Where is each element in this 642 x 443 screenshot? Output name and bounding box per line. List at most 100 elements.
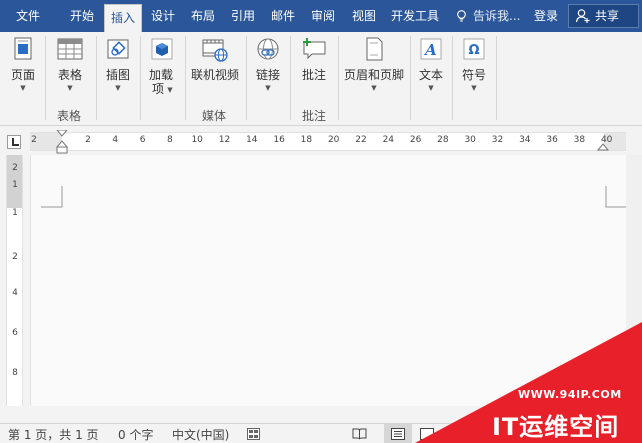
header-footer-button[interactable]: 页眉和页脚 ▼	[341, 32, 407, 102]
links-button[interactable]: 链接 ▼	[249, 32, 287, 102]
chevron-down-icon: ▼	[428, 84, 434, 92]
group-separator	[338, 36, 339, 120]
addins-button[interactable]: 加载 项 ▼	[143, 32, 181, 102]
chevron-down-icon: ▼	[167, 86, 173, 94]
pages-label: 页面	[10, 68, 35, 82]
chevron-down-icon: ▼	[471, 84, 477, 92]
ruler-tick-label: 32	[491, 135, 504, 145]
login-link[interactable]: 登录	[534, 0, 558, 32]
tab-mailings[interactable]: 邮件	[264, 0, 302, 32]
group-separator	[496, 36, 497, 120]
word-count[interactable]: 0 个字	[118, 426, 153, 443]
group-separator	[185, 36, 186, 120]
illustration-icon	[107, 39, 129, 59]
addin-icon	[151, 38, 173, 60]
ribbon-tab-bar: 文件 开始 插入 设计 布局 引用 邮件 审阅 视图 开发工具 告诉我... 登…	[0, 0, 642, 32]
ruler-tick-label: 6	[139, 135, 146, 145]
ruler-tick-label: 28	[437, 135, 449, 145]
group-label-media: 媒体	[202, 109, 227, 123]
indent-marker[interactable]	[56, 130, 68, 154]
tab-references[interactable]: 引用	[224, 0, 262, 32]
group-separator	[45, 36, 46, 120]
table-button[interactable]: 表格 ▼	[48, 32, 92, 102]
comment-label: 批注	[301, 68, 326, 82]
tab-layout[interactable]: 布局	[184, 0, 222, 32]
illustrations-label: 插图	[105, 68, 130, 82]
tab-file[interactable]: 文件	[8, 0, 48, 32]
web-layout-icon[interactable]	[420, 428, 434, 440]
header-footer-icon	[366, 37, 383, 61]
margin-corner-top-left	[41, 186, 63, 208]
share-button[interactable]: 共享	[568, 4, 639, 28]
chevron-down-icon: ▼	[371, 84, 377, 92]
tab-selector-button[interactable]	[7, 135, 21, 149]
page-count[interactable]: 第 1 页，共 1 页	[8, 426, 99, 443]
table-icon	[57, 38, 83, 60]
ribbon-insert: 页面 ▼ 表格 ▼ 表格 插图 ▼ 加载 项 ▼ 联机视频 媒体 链接 ▼ 批注…	[0, 32, 642, 126]
comment-button[interactable]: 批注	[293, 32, 335, 102]
tab-view[interactable]: 视图	[344, 0, 384, 32]
pages-button[interactable]: 页面 ▼	[4, 32, 42, 102]
ruler-tick-label: 14	[246, 135, 258, 145]
tab-insert[interactable]: 插入	[104, 4, 142, 32]
chevron-down-icon: ▼	[115, 84, 121, 92]
group-separator	[96, 36, 97, 120]
ruler-tick-label: 12	[218, 135, 231, 145]
online-video-icon	[202, 39, 228, 62]
share-label: 共享	[595, 9, 620, 23]
page-icon	[14, 37, 32, 60]
ruler-tick-label: 30	[464, 135, 476, 145]
macro-record-icon[interactable]	[247, 428, 260, 440]
tell-me-search[interactable]: 告诉我...	[453, 0, 520, 32]
group-separator	[246, 36, 247, 120]
vertical-ruler-tick-label: 8	[12, 368, 18, 378]
group-separator	[452, 36, 453, 120]
ruler-tick-label: 10	[191, 135, 203, 145]
read-mode-icon[interactable]	[352, 428, 367, 440]
ruler-tick-label: 38	[573, 135, 586, 145]
ruler-tick-label: 18	[300, 135, 313, 145]
link-icon	[257, 38, 279, 60]
vertical-scrollbar[interactable]	[626, 155, 642, 406]
ruler-tick-label: 20	[327, 135, 340, 145]
links-label: 链接	[255, 68, 280, 82]
ruler-tick-label: 4	[112, 135, 119, 145]
tab-design[interactable]: 设计	[144, 0, 182, 32]
tab-developer[interactable]: 开发工具	[386, 0, 444, 32]
tab-review[interactable]: 审阅	[304, 0, 342, 32]
group-separator	[290, 36, 291, 120]
tab-home[interactable]: 开始	[62, 0, 102, 32]
svg-text:A: A	[423, 41, 437, 59]
ruler-tick-label: 34	[519, 135, 531, 145]
vertical-ruler-tick-label: 4	[12, 288, 18, 298]
group-label-comments: 批注	[302, 109, 327, 123]
vertical-ruler[interactable]: 2 1 1 2 4 6 8	[6, 155, 23, 406]
language-status[interactable]: 中文(中国)	[172, 426, 229, 443]
header-footer-label: 页眉和页脚	[343, 68, 404, 82]
comment-icon	[303, 38, 326, 60]
text-icon: A	[420, 38, 442, 60]
illustrations-button[interactable]: 插图 ▼	[100, 32, 136, 102]
online-video-label: 联机视频	[190, 68, 239, 82]
group-separator	[410, 36, 411, 120]
ruler-tick-label: 8	[167, 135, 173, 145]
addins-label-line1: 加载	[148, 68, 173, 82]
text-button[interactable]: A 文本 ▼	[413, 32, 449, 102]
chevron-down-icon: ▼	[67, 84, 73, 92]
document-page[interactable]	[30, 155, 627, 406]
vertical-ruler-tick-label: 6	[12, 328, 18, 338]
print-layout-view-button[interactable]	[384, 424, 412, 443]
online-video-button[interactable]: 联机视频	[188, 32, 242, 102]
ruler-tick-label: 40	[600, 135, 613, 145]
ruler-tick-label: 36	[546, 135, 558, 145]
ruler-row: 2 2 4 6 8 10 12 14 16 18 20 22 24 26 28 30 32 34 36 38 40	[0, 127, 642, 155]
symbol-button[interactable]: Ω 符号 ▼	[455, 32, 493, 102]
svg-text:Ω: Ω	[468, 43, 479, 58]
print-layout-icon	[391, 428, 405, 440]
symbol-label: 符号	[461, 68, 486, 82]
watermark-brand: IT运维空间	[492, 413, 620, 441]
chevron-down-icon: ▼	[20, 84, 26, 92]
person-add-icon	[575, 9, 590, 23]
vertical-ruler-tick-label: 2	[12, 163, 18, 173]
horizontal-ruler[interactable]: 2 2 4 6 8 10 12 14 16 18 20 22 24 26 28 30 32 34 36 38 40	[30, 130, 626, 154]
